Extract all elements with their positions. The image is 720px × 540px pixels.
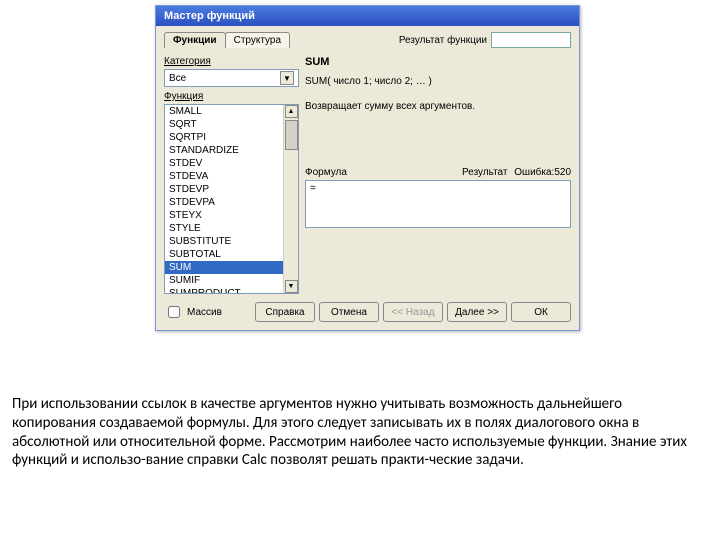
- back-button[interactable]: << Назад: [383, 302, 443, 322]
- chevron-down-icon[interactable]: ▼: [280, 71, 294, 85]
- window-title: Мастер функций: [164, 10, 255, 22]
- function-wizard-dialog: Мастер функций Функции Структура Результ…: [155, 5, 580, 331]
- ok-button[interactable]: ОК: [511, 302, 571, 322]
- list-item[interactable]: SUBTOTAL: [165, 248, 298, 261]
- result-area: Результат Ошибка:520: [462, 167, 571, 178]
- tab-bar: Функции Структура: [164, 32, 289, 48]
- array-checkbox-input[interactable]: [168, 306, 180, 318]
- dialog-content: Функции Структура Результат функции Кате…: [156, 26, 579, 330]
- category-label: Категория: [164, 56, 299, 67]
- list-item[interactable]: STDEVPA: [165, 196, 298, 209]
- bottom-row: Массив Справка Отмена << Назад Далее >> …: [164, 302, 571, 322]
- body-area: Категория Все ▼ Функция SMALLSQRTSQRTPIS…: [164, 52, 571, 294]
- formula-input[interactable]: =: [305, 180, 571, 228]
- cancel-button[interactable]: Отмена: [319, 302, 379, 322]
- list-item[interactable]: SUM: [165, 261, 298, 274]
- left-column: Категория Все ▼ Функция SMALLSQRTSQRTPIS…: [164, 52, 299, 294]
- help-button[interactable]: Справка: [255, 302, 315, 322]
- list-item[interactable]: SMALL: [165, 105, 298, 118]
- list-item[interactable]: SUMIF: [165, 274, 298, 287]
- formula-label: Формула: [305, 167, 347, 178]
- scroll-thumb[interactable]: [285, 120, 298, 150]
- result-value: Ошибка:520: [514, 167, 571, 178]
- scroll-up-icon[interactable]: ▲: [285, 105, 298, 118]
- list-item[interactable]: STDEVA: [165, 170, 298, 183]
- titlebar[interactable]: Мастер функций: [156, 6, 579, 26]
- list-item[interactable]: STYLE: [165, 222, 298, 235]
- list-item[interactable]: SUBSTITUTE: [165, 235, 298, 248]
- list-item[interactable]: STEYX: [165, 209, 298, 222]
- right-column: SUM SUM( число 1; число 2; … ) Возвращае…: [305, 52, 571, 294]
- result-label: Результат: [462, 167, 507, 178]
- category-dropdown[interactable]: Все ▼: [164, 69, 299, 87]
- list-item[interactable]: STDEV: [165, 157, 298, 170]
- array-checkbox[interactable]: Массив: [164, 303, 222, 321]
- array-checkbox-label: Массив: [187, 307, 222, 318]
- list-item[interactable]: STANDARDIZE: [165, 144, 298, 157]
- list-item[interactable]: SQRT: [165, 118, 298, 131]
- list-item[interactable]: STDEVP: [165, 183, 298, 196]
- function-description: Возвращает сумму всех аргументов.: [305, 101, 571, 161]
- button-row: Справка Отмена << Назад Далее >> ОК: [255, 302, 571, 322]
- body-paragraph: При использовании ссылок в качестве аргу…: [12, 395, 708, 470]
- function-signature: SUM( число 1; число 2; … ): [305, 76, 571, 87]
- category-value: Все: [169, 73, 186, 84]
- function-label: Функция: [164, 91, 299, 102]
- scroll-down-icon[interactable]: ▼: [285, 280, 298, 293]
- function-result: Результат функции: [399, 32, 571, 48]
- tab-functions[interactable]: Функции: [164, 32, 226, 48]
- list-item[interactable]: SUMPRODUCT: [165, 287, 298, 294]
- next-button[interactable]: Далее >>: [447, 302, 507, 322]
- list-item[interactable]: SQRTPI: [165, 131, 298, 144]
- function-listbox[interactable]: SMALLSQRTSQRTPISTANDARDIZESTDEVSTDEVASTD…: [164, 104, 299, 294]
- selected-function-name: SUM: [305, 56, 571, 68]
- scrollbar[interactable]: ▲ ▼: [283, 105, 298, 293]
- formula-header: Формула Результат Ошибка:520: [305, 167, 571, 178]
- tab-structure[interactable]: Структура: [225, 32, 290, 48]
- function-result-field: [491, 32, 571, 48]
- function-result-label: Результат функции: [399, 35, 487, 46]
- top-row: Функции Структура Результат функции: [164, 32, 571, 48]
